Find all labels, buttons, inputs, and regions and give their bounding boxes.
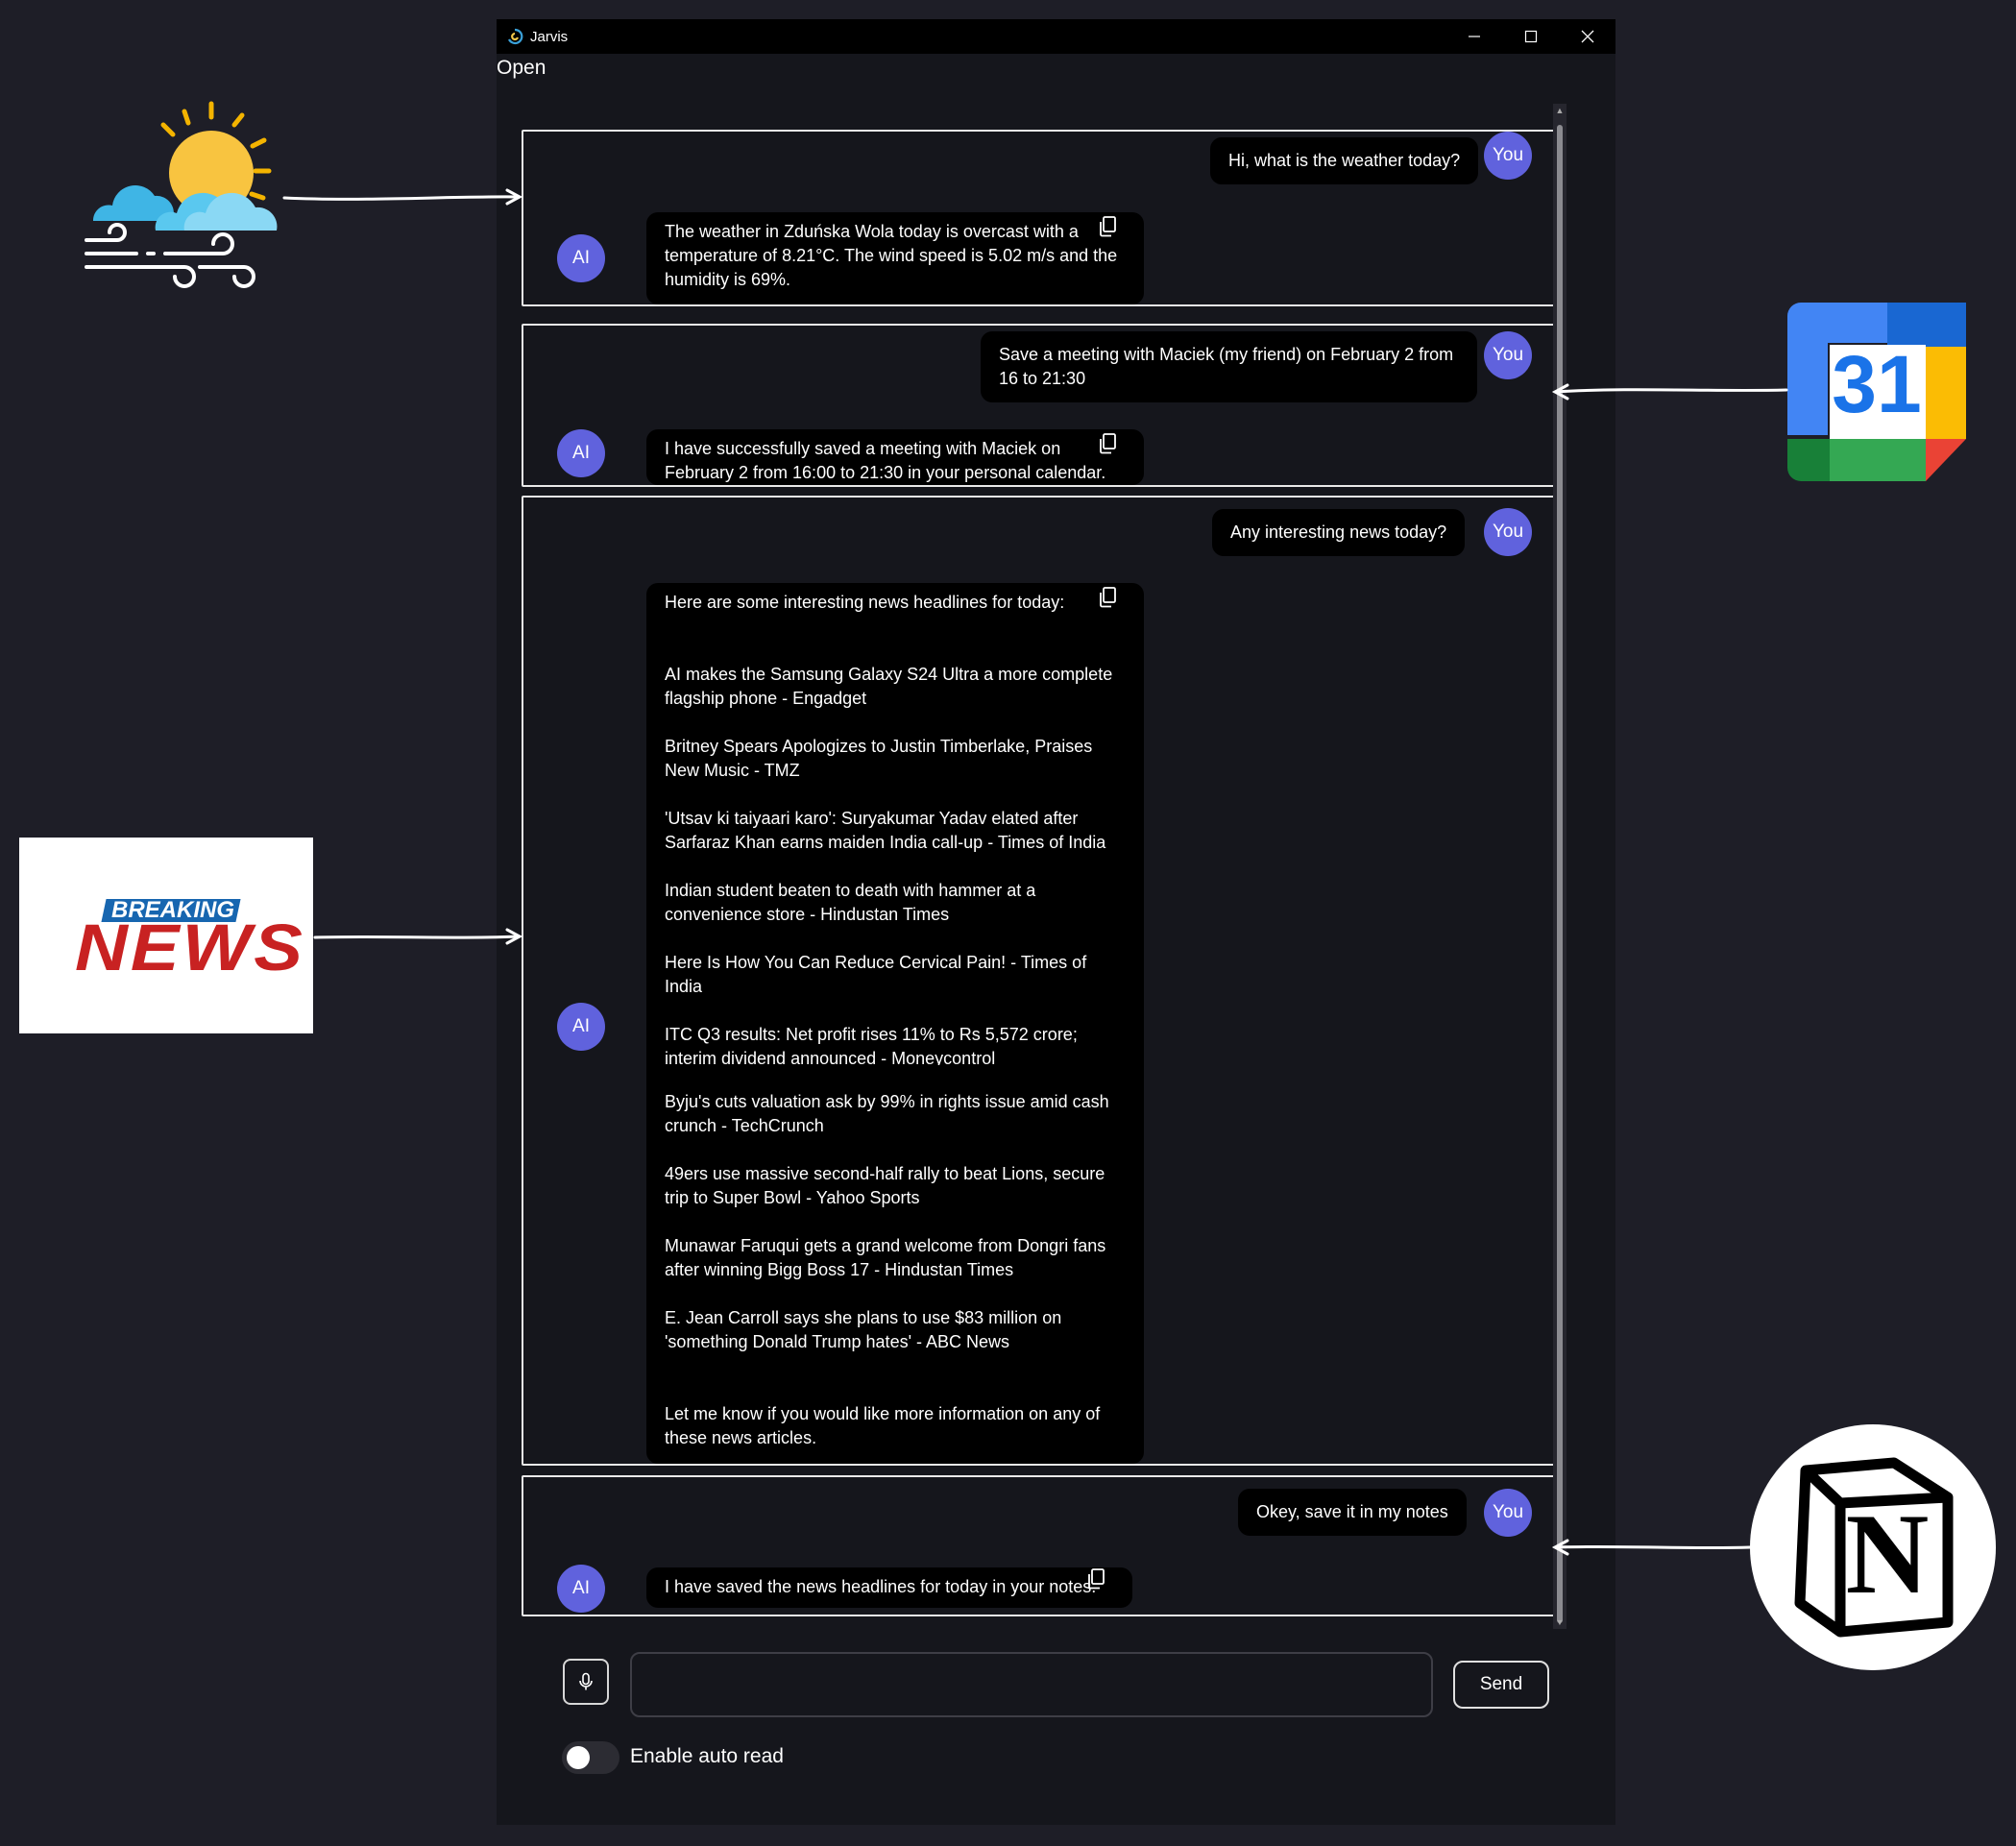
annotation-arrows (282, 188, 1788, 1556)
arrow-weather (282, 195, 521, 201)
arrow-notes (1554, 1544, 1752, 1550)
arrow-calendar (1554, 388, 1788, 394)
arrow-news (313, 935, 521, 939)
